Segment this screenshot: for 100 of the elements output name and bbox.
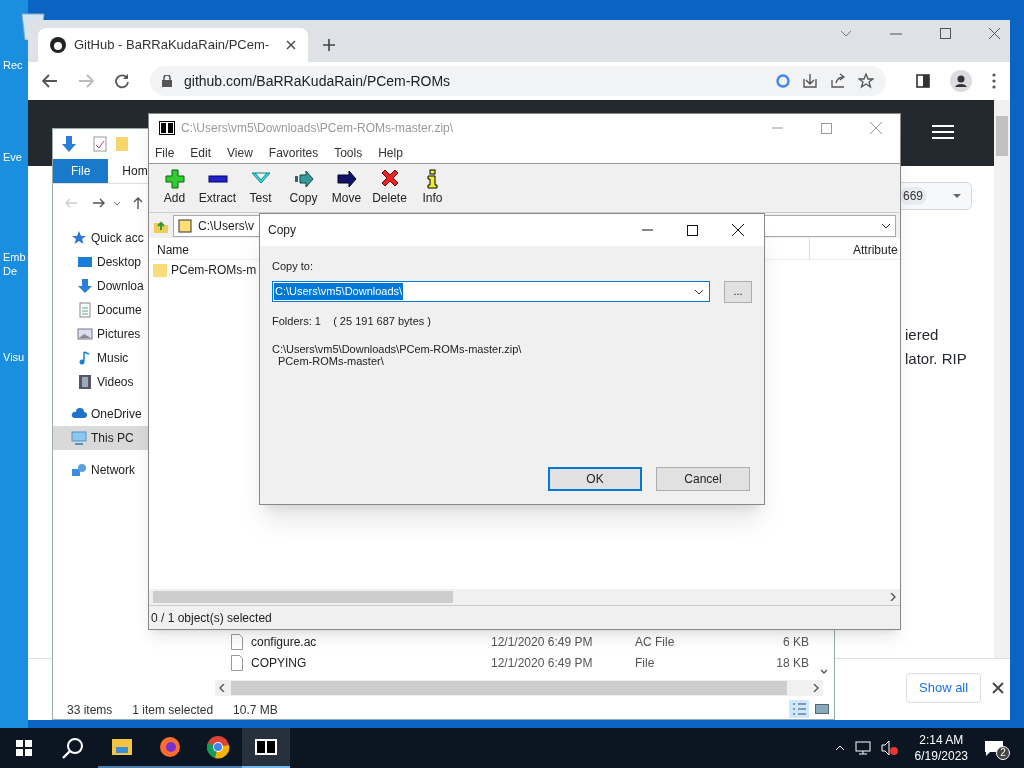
search-icon[interactable] bbox=[62, 737, 84, 759]
nav-item-label: Docume bbox=[97, 302, 142, 319]
address-bar[interactable]: github.com/BaRRaKudaRain/PCem-ROMs bbox=[150, 66, 886, 96]
archive-icon bbox=[178, 218, 192, 233]
ribbon-tab[interactable]: File bbox=[53, 159, 109, 183]
menu-item[interactable]: View bbox=[227, 143, 253, 162]
toolbar-button[interactable]: Delete bbox=[368, 169, 411, 207]
field-label: Copy to: bbox=[272, 259, 314, 274]
github-icon bbox=[50, 37, 66, 53]
status-text: 33 items bbox=[67, 702, 113, 719]
star-icon[interactable] bbox=[858, 73, 874, 89]
down-arrow-icon[interactable] bbox=[61, 136, 77, 152]
scrollbar[interactable] bbox=[994, 100, 1010, 658]
move-icon bbox=[336, 169, 357, 189]
nav-item-label: Network bbox=[91, 462, 135, 479]
add-icon bbox=[164, 169, 185, 189]
share-icon[interactable] bbox=[830, 73, 846, 89]
properties-icon[interactable] bbox=[93, 136, 107, 152]
toolbar-button[interactable]: Info bbox=[411, 169, 454, 207]
new-tab-icon[interactable] bbox=[322, 38, 336, 52]
menu-item[interactable]: File bbox=[155, 143, 175, 162]
desktop-icon-label: De bbox=[2, 264, 18, 278]
toolbar-button[interactable]: Copy bbox=[282, 169, 325, 207]
dialog-button[interactable]: Cancel bbox=[656, 467, 750, 491]
nav-item-label: Videos bbox=[97, 374, 134, 391]
ribbon-tab[interactable]: Hom bbox=[108, 159, 148, 183]
side-panel-icon[interactable] bbox=[916, 74, 930, 88]
file-date: 12/1/2020 6:49 PM bbox=[491, 634, 594, 651]
menu-item[interactable]: Edit bbox=[190, 143, 212, 162]
menu-icon[interactable] bbox=[992, 73, 996, 89]
nav-item[interactable]: This PC bbox=[53, 426, 149, 450]
toolbar-button[interactable]: Extract bbox=[196, 169, 239, 207]
close-icon[interactable] bbox=[286, 40, 296, 50]
file-row[interactable]: configure.ac 12/1/2020 6:49 PM AC File 6 KB bbox=[231, 632, 809, 652]
network-icon[interactable] bbox=[854, 741, 871, 755]
up-arrow-icon[interactable] bbox=[133, 197, 143, 209]
toolbar-button[interactable]: Add bbox=[153, 169, 196, 207]
desktop-icon-label: Visu bbox=[2, 350, 25, 364]
nav-item[interactable]: Desktop bbox=[53, 250, 149, 274]
menu-item[interactable]: Help bbox=[378, 143, 403, 162]
path-text: C:\Users\v bbox=[198, 217, 254, 235]
chevron-up-icon[interactable] bbox=[834, 745, 845, 751]
download-icon[interactable] bbox=[802, 73, 818, 89]
file-type: AC File bbox=[635, 634, 676, 651]
show-all-button[interactable]: Show all bbox=[906, 673, 982, 703]
menu-item[interactable]: Tools bbox=[334, 143, 363, 162]
nav-item-label: Downloa bbox=[97, 278, 144, 295]
chevron-down-icon[interactable] bbox=[820, 669, 828, 675]
notification-button[interactable]: 2 bbox=[984, 736, 1010, 760]
status-text: 10.7 MB bbox=[233, 702, 278, 719]
scrollbar[interactable] bbox=[149, 589, 900, 605]
file-row[interactable]: COPYING 12/1/2020 6:49 PM File 18 KB bbox=[231, 653, 809, 673]
nav-item-label: Desktop bbox=[97, 254, 142, 271]
caret-icon[interactable] bbox=[953, 194, 961, 198]
nav-item-label: Pictures bbox=[97, 326, 141, 343]
desktop-icon-label: Rec bbox=[2, 58, 23, 72]
nav-item[interactable]: Videos bbox=[53, 370, 149, 394]
nav-item[interactable]: Docume bbox=[53, 298, 149, 322]
nav-item[interactable]: Downloa bbox=[53, 274, 149, 298]
status-text: 1 item selected bbox=[132, 702, 214, 719]
browser-tab[interactable]: GitHub - BaRRaKudaRain/PCem- bbox=[38, 28, 308, 62]
maximize-icon[interactable] bbox=[687, 224, 698, 236]
nav-item[interactable]: Quick acc bbox=[53, 226, 149, 250]
toolbar-button[interactable]: Move bbox=[325, 169, 368, 207]
nav-item[interactable]: OneDrive bbox=[53, 402, 149, 426]
file-size: 6 KB bbox=[782, 634, 809, 651]
forward-icon[interactable] bbox=[93, 198, 105, 208]
close-icon[interactable] bbox=[732, 224, 744, 236]
pc-icon bbox=[71, 430, 87, 446]
profile-icon[interactable] bbox=[950, 70, 972, 92]
chevron-down-icon[interactable] bbox=[881, 222, 891, 229]
nav-item[interactable]: Pictures bbox=[53, 322, 149, 346]
menu-icon[interactable] bbox=[932, 124, 954, 140]
windows-icon[interactable] bbox=[16, 740, 32, 756]
clock[interactable]: 2:14 AM 6/19/2023 bbox=[914, 732, 968, 764]
reload-icon[interactable] bbox=[114, 73, 130, 89]
tab-title: GitHub - BaRRaKudaRain/PCem- bbox=[74, 36, 271, 55]
window-title: C:\Users\vm5\Downloads\PCem-ROMs-master.zip\ bbox=[181, 120, 455, 137]
archive-row[interactable]: PCem-ROMs-m bbox=[149, 260, 255, 280]
column-header[interactable]: Name bbox=[157, 241, 189, 259]
google-icon[interactable] bbox=[776, 74, 790, 88]
scrollbar[interactable] bbox=[215, 680, 823, 696]
delete-icon bbox=[379, 169, 400, 189]
dialog-button[interactable]: OK bbox=[548, 467, 642, 491]
file-date: 12/1/2020 6:49 PM bbox=[491, 655, 594, 672]
nav-item[interactable]: Music bbox=[53, 346, 149, 370]
column-header[interactable]: Attribute bbox=[853, 241, 898, 259]
toolbar-button[interactable]: Test bbox=[239, 169, 282, 207]
browse-button[interactable]: ... bbox=[724, 280, 752, 303]
nav-item[interactable]: Network bbox=[53, 458, 149, 482]
picture-icon bbox=[77, 326, 93, 342]
back-icon[interactable] bbox=[42, 74, 58, 88]
taskbar-button[interactable] bbox=[242, 728, 290, 768]
menu-item[interactable]: Favorites bbox=[268, 143, 319, 162]
close-icon[interactable] bbox=[992, 682, 1004, 694]
speaker-muted-icon[interactable] bbox=[880, 740, 899, 756]
thumbnail-view-icon[interactable] bbox=[815, 704, 829, 714]
destination-combo[interactable]: C:\Users\vm5\Downloads\ bbox=[272, 281, 710, 302]
app-icon bbox=[159, 121, 175, 135]
dialog-title: Copy bbox=[268, 222, 297, 239]
